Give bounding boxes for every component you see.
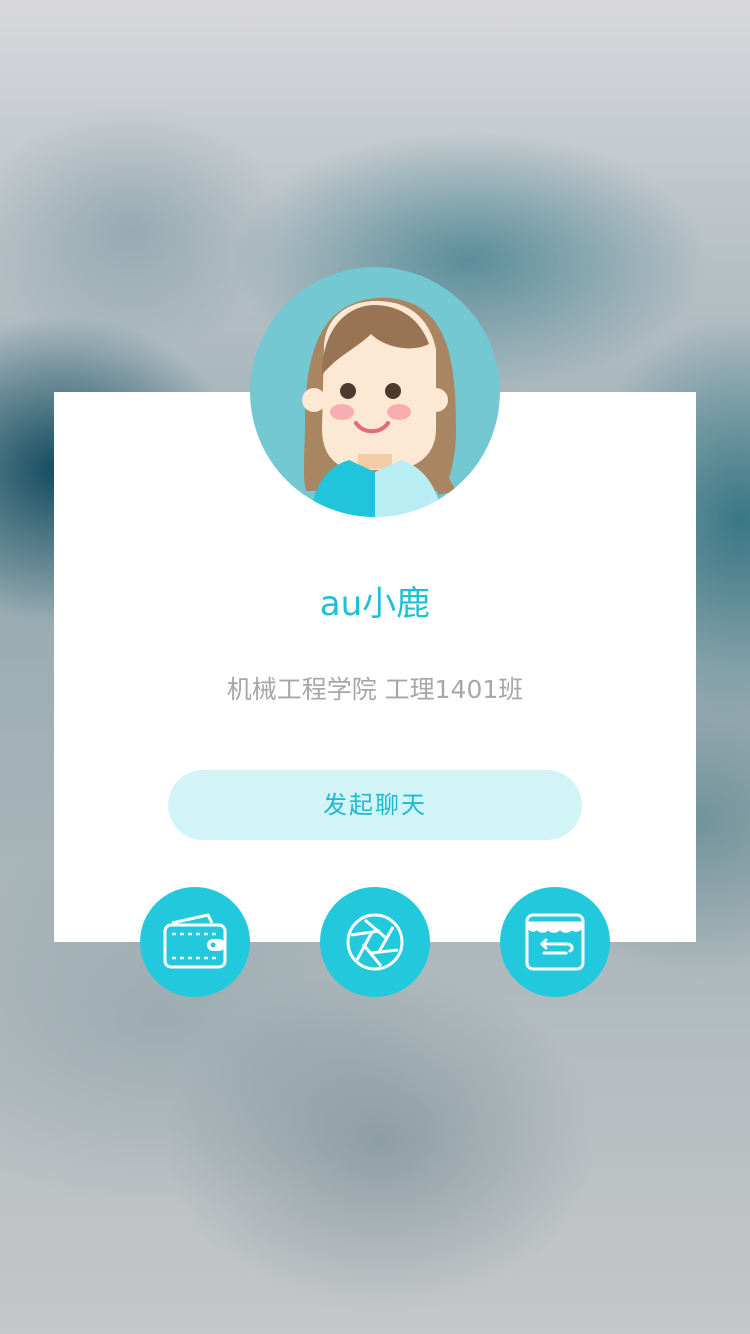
wallet-icon [163, 913, 227, 969]
camera-button[interactable] [320, 887, 430, 997]
shop-icon [525, 913, 585, 971]
start-chat-button[interactable]: 发起聊天 [168, 770, 582, 840]
girl-avatar-icon [250, 267, 500, 517]
avatar [250, 267, 500, 517]
wallet-button[interactable] [140, 887, 250, 997]
profile-school: 机械工程学院 工理1401班 [226, 675, 524, 704]
aperture-icon [346, 913, 404, 971]
shop-button[interactable] [500, 887, 610, 997]
profile-name: au小鹿 [319, 584, 431, 624]
